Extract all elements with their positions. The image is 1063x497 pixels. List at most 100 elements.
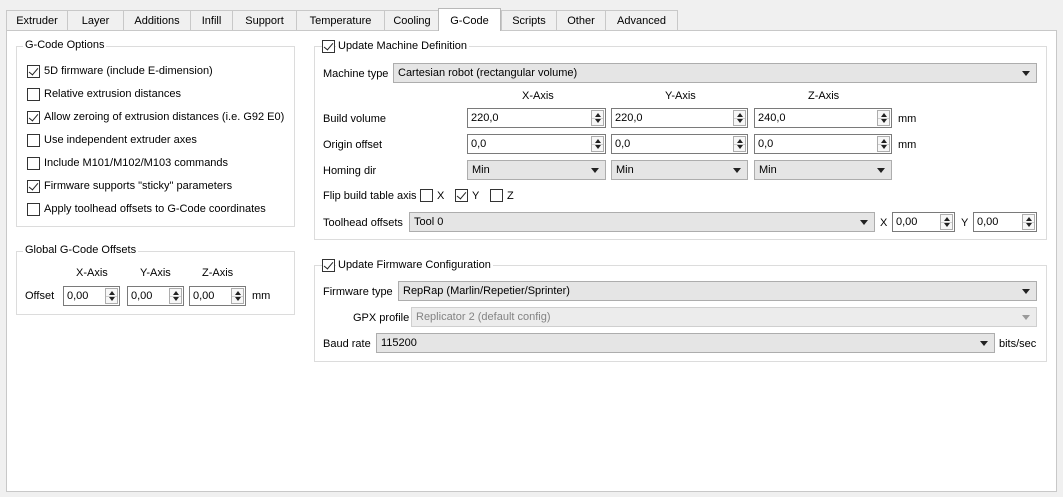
update-firmware-checkbox[interactable]	[322, 259, 335, 272]
flip-x-checkbox[interactable]	[420, 189, 433, 202]
relative-extrusion-label: Relative extrusion distances	[44, 88, 181, 100]
relative-extrusion-checkbox[interactable]	[27, 88, 40, 101]
global-offset-z-value: 0,00	[193, 290, 215, 302]
build-volume-unit: mm	[898, 113, 917, 125]
tab-temperature[interactable]: Temperature	[296, 10, 385, 30]
toolhead-select[interactable]: Tool 0	[409, 212, 875, 232]
toolhead-offsets-label: Apply toolhead offsets to G-Code coordin…	[44, 203, 266, 215]
machine-z-header: Z-Axis	[808, 90, 840, 102]
origin-offset-y-input[interactable]: 0,0	[611, 134, 748, 154]
baud-rate-select[interactable]: 115200	[376, 333, 995, 353]
5d-firmware-label: 5D firmware (include E-dimension)	[44, 65, 213, 77]
origin-offset-label: Origin offset	[323, 139, 383, 151]
tool-y-label: Y	[961, 217, 969, 229]
global-offset-z-input[interactable]: 0,00	[189, 286, 246, 306]
spin-buttons[interactable]	[231, 288, 244, 304]
spin-buttons[interactable]	[591, 136, 604, 152]
toolhead-value: Tool 0	[414, 216, 444, 228]
homing-y-select[interactable]: Min	[611, 160, 748, 180]
chevron-down-icon	[980, 341, 988, 346]
machine-y-header: Y-Axis	[665, 90, 696, 102]
5d-firmware-checkbox[interactable]	[27, 65, 40, 78]
baud-rate-label: Baud rate	[323, 338, 371, 350]
chevron-down-icon	[1022, 315, 1030, 320]
spin-buttons[interactable]	[940, 214, 953, 230]
sticky-params-checkbox[interactable]	[27, 180, 40, 193]
m101-commands-checkbox[interactable]	[27, 157, 40, 170]
spin-buttons[interactable]	[877, 136, 890, 152]
chevron-down-icon	[1022, 71, 1030, 76]
build-x-value: 220,0	[471, 112, 499, 124]
update-machine-checkbox[interactable]	[322, 40, 335, 53]
baud-rate-value: 115200	[381, 337, 417, 349]
allow-zeroing-checkbox[interactable]	[27, 111, 40, 124]
machine-type-select[interactable]: Cartesian robot (rectangular volume)	[393, 63, 1037, 83]
update-firmware-label: Update Firmware Configuration	[336, 259, 493, 271]
m101-commands-label: Include M101/M102/M103 commands	[44, 157, 229, 169]
origin-offset-z-input[interactable]: 0,0	[754, 134, 892, 154]
toolhead-offsets-checkbox[interactable]	[27, 203, 40, 216]
global-offset-y-value: 0,00	[131, 290, 153, 302]
build-volume-x-input[interactable]: 220,0	[467, 108, 606, 128]
tool-x-input[interactable]: 0,00	[892, 212, 955, 232]
global-y-header: Y-Axis	[140, 267, 171, 279]
chevron-down-icon	[733, 168, 741, 173]
flip-z-label: Z	[507, 190, 514, 202]
build-volume-y-input[interactable]: 220,0	[611, 108, 748, 128]
homing-y-value: Min	[616, 164, 634, 176]
global-offset-x-value: 0,00	[67, 290, 89, 302]
origin-y-value: 0,0	[615, 138, 631, 150]
homing-z-value: Min	[759, 164, 777, 176]
toolhead-offsets-row-label: Toolhead offsets	[323, 217, 403, 229]
flip-z-checkbox[interactable]	[490, 189, 503, 202]
global-offset-unit: mm	[252, 290, 271, 302]
build-z-value: 240,0	[758, 112, 786, 124]
tab-infill[interactable]: Infill	[190, 10, 233, 30]
global-z-header: Z-Axis	[202, 267, 234, 279]
flip-y-checkbox[interactable]	[455, 189, 468, 202]
chevron-down-icon	[1022, 289, 1030, 294]
build-volume-z-input[interactable]: 240,0	[754, 108, 892, 128]
tab-gcode[interactable]: G-Code	[438, 8, 501, 31]
tab-extruder[interactable]: Extruder	[6, 10, 68, 30]
spin-buttons[interactable]	[105, 288, 118, 304]
spin-buttons[interactable]	[1022, 214, 1035, 230]
build-volume-label: Build volume	[323, 113, 386, 125]
machine-x-header: X-Axis	[522, 90, 554, 102]
tab-additions[interactable]: Additions	[123, 10, 191, 30]
origin-offset-x-input[interactable]: 0,0	[467, 134, 606, 154]
tab-cooling[interactable]: Cooling	[384, 10, 440, 30]
origin-z-value: 0,0	[758, 138, 774, 150]
tab-layer[interactable]: Layer	[67, 10, 124, 30]
spin-buttons[interactable]	[591, 110, 604, 126]
gpx-profile-value: Replicator 2 (default config)	[416, 311, 551, 323]
firmware-type-label: Firmware type	[323, 286, 393, 298]
global-offset-x-input[interactable]: 0,00	[63, 286, 120, 306]
spin-buttons[interactable]	[733, 110, 746, 126]
independent-axes-checkbox[interactable]	[27, 134, 40, 147]
tab-advanced[interactable]: Advanced	[605, 10, 678, 30]
firmware-type-select[interactable]: RepRap (Marlin/Repetier/Sprinter)	[398, 281, 1037, 301]
baud-rate-unit: bits/sec	[999, 338, 1037, 350]
flip-y-label: Y	[472, 190, 480, 202]
homing-x-select[interactable]: Min	[467, 160, 606, 180]
tool-x-label: X	[880, 217, 888, 229]
tab-support[interactable]: Support	[232, 10, 297, 30]
tool-y-input[interactable]: 0,00	[973, 212, 1037, 232]
gcode-options-title: G-Code Options	[23, 39, 107, 51]
tab-scripts[interactable]: Scripts	[501, 10, 557, 30]
spin-buttons[interactable]	[733, 136, 746, 152]
homing-x-value: Min	[472, 164, 490, 176]
chevron-down-icon	[877, 168, 885, 173]
homing-z-select[interactable]: Min	[754, 160, 892, 180]
gpx-profile-label: GPX profile	[353, 312, 410, 324]
firmware-type-value: RepRap (Marlin/Repetier/Sprinter)	[403, 285, 570, 297]
flip-axis-label: Flip build table axis	[323, 190, 417, 202]
global-offset-label: Offset	[25, 290, 55, 302]
tab-other[interactable]: Other	[556, 10, 606, 30]
spin-buttons[interactable]	[169, 288, 182, 304]
tool-y-value: 0,00	[977, 216, 999, 228]
global-offset-y-input[interactable]: 0,00	[127, 286, 184, 306]
spin-buttons[interactable]	[877, 110, 890, 126]
global-offsets-title: Global G-Code Offsets	[23, 244, 139, 256]
